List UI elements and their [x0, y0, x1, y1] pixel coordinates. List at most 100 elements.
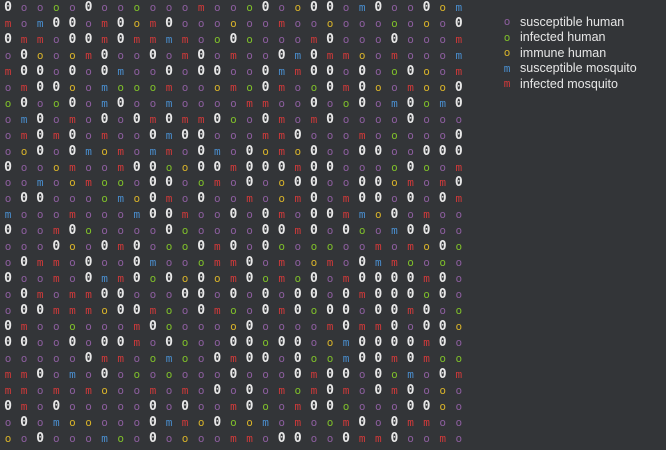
empty-cell: 0: [342, 303, 350, 319]
empty-cell: 0: [358, 175, 367, 191]
susceptible-human-cell: o: [407, 128, 414, 142]
infected-mosquito-cell: m: [52, 272, 60, 286]
infected-mosquito-cell: m: [230, 256, 237, 270]
immune-human-cell: o: [181, 160, 189, 174]
infected-human-cell: o: [455, 304, 463, 318]
susceptible-human-cell: o: [69, 1, 76, 14]
infected-mosquito-icon: m: [503, 77, 511, 91]
susceptible-mosquito-cell: m: [407, 367, 414, 381]
infected-mosquito-cell: m: [294, 399, 302, 413]
immune-human-cell: o: [20, 144, 28, 158]
empty-cell: 0: [148, 398, 157, 414]
infected-mosquito-cell: m: [20, 32, 28, 46]
empty-cell: 0: [326, 303, 334, 319]
empty-cell: 0: [52, 15, 61, 31]
susceptible-human-cell: o: [358, 16, 366, 30]
susceptible-human-cell: o: [197, 335, 205, 349]
susceptible-human-cell: o: [101, 1, 108, 14]
susceptible-human-cell: o: [197, 32, 205, 46]
infected-human-cell: o: [278, 240, 285, 254]
infected-mosquito-cell: m: [85, 304, 92, 318]
susceptible-mosquito-cell: m: [165, 32, 173, 46]
susceptible-human-cell: o: [165, 383, 173, 397]
susceptible-human-cell: o: [36, 272, 44, 286]
immune-human-cell: o: [439, 383, 446, 397]
empty-cell: 0: [454, 79, 463, 95]
empty-cell: 0: [422, 303, 431, 319]
empty-cell: 0: [277, 223, 286, 239]
empty-cell: 0: [116, 31, 125, 47]
susceptible-human-cell: o: [20, 1, 28, 14]
empty-cell: 0: [374, 366, 383, 382]
infected-mosquito-cell: m: [117, 160, 124, 174]
susceptible-human-cell: o: [4, 128, 12, 142]
infected-mosquito-cell: m: [52, 256, 60, 270]
susceptible-human-cell: o: [36, 240, 44, 254]
empty-cell: 0: [422, 398, 431, 414]
infected-mosquito-cell: m: [230, 48, 237, 62]
infected-mosquito-cell: m: [455, 64, 463, 78]
susceptible-human-cell: o: [149, 96, 157, 110]
susceptible-human-cell: o: [230, 64, 237, 78]
susceptible-human-cell: o: [342, 128, 350, 142]
infected-mosquito-cell: m: [149, 304, 157, 318]
infected-mosquito-cell: m: [407, 176, 414, 190]
infected-human-cell: o: [197, 256, 205, 270]
susceptible-human-cell: o: [407, 208, 414, 222]
infected-mosquito-cell: m: [230, 399, 237, 413]
empty-cell: 0: [100, 366, 109, 382]
infected-mosquito-cell: m: [358, 128, 366, 142]
empty-cell: 0: [148, 207, 157, 223]
susceptible-mosquito-cell: m: [165, 128, 173, 142]
empty-cell: 0: [68, 31, 77, 47]
infected-human-cell: o: [455, 240, 463, 254]
infected-mosquito-cell: m: [294, 415, 302, 429]
susceptible-human-cell: o: [374, 160, 382, 174]
immune-human-cell: o: [133, 16, 141, 30]
empty-cell: 0: [116, 95, 125, 111]
susceptible-human-cell: o: [101, 399, 108, 413]
infected-mosquito-cell: m: [36, 32, 44, 46]
empty-cell: 0: [293, 430, 302, 446]
susceptible-human-cell: o: [101, 415, 108, 429]
infected-mosquito-cell: m: [374, 320, 382, 333]
susceptible-human-cell: o: [197, 383, 205, 397]
susceptible-human-cell: o: [326, 288, 334, 302]
infected-mosquito-cell: m: [4, 64, 12, 78]
susceptible-mosquito-cell: m: [165, 351, 173, 365]
empty-cell: 0: [36, 303, 45, 319]
empty-cell: 0: [261, 79, 270, 95]
infected-mosquito-cell: m: [181, 112, 189, 126]
legend-item-susceptible-human: o susceptible human: [500, 14, 660, 30]
susceptible-human-cell: o: [342, 32, 350, 46]
susceptible-human-cell: o: [342, 240, 350, 254]
infected-mosquito-cell: m: [230, 272, 237, 286]
infected-human-cell: o: [326, 415, 334, 429]
infected-mosquito-cell: m: [85, 176, 92, 190]
susceptible-human-cell: o: [374, 415, 382, 429]
infected-human-cell: o: [165, 367, 173, 381]
susceptible-human-cell: o: [374, 16, 382, 30]
susceptible-human-cell: o: [133, 176, 141, 190]
susceptible-human-cell: o: [391, 112, 398, 126]
immune-human-cell: o: [101, 304, 108, 318]
infected-mosquito-cell: m: [407, 240, 414, 254]
infected-mosquito-cell: m: [423, 415, 430, 429]
susceptible-human-cell: o: [133, 383, 141, 397]
infected-mosquito-cell: m: [149, 32, 157, 46]
susceptible-mosquito-cell: m: [165, 415, 173, 429]
susceptible-human-cell: o: [197, 351, 205, 365]
susceptible-human-cell: o: [4, 192, 12, 206]
susceptible-human-cell: o: [197, 80, 205, 94]
empty-cell: 0: [4, 0, 12, 15]
susceptible-human-cell: o: [246, 288, 253, 302]
empty-cell: 0: [132, 271, 141, 287]
empty-cell: 0: [438, 319, 447, 334]
infected-mosquito-cell: m: [278, 208, 285, 222]
infected-mosquito-cell: m: [342, 80, 350, 94]
empty-cell: 0: [197, 47, 206, 63]
infected-human-cell: o: [294, 383, 302, 397]
empty-cell: 0: [4, 223, 12, 239]
infected-mosquito-cell: m: [391, 383, 398, 397]
empty-cell: 0: [326, 0, 334, 15]
